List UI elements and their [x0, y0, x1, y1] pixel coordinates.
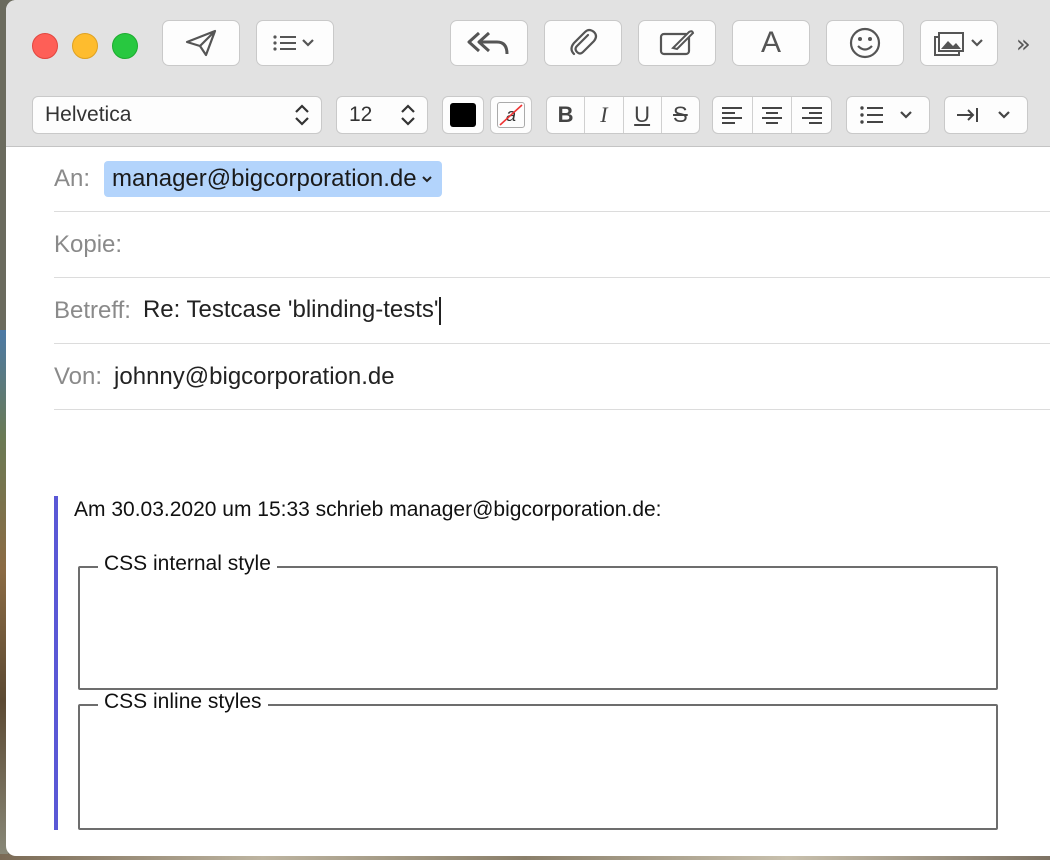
close-window-button[interactable]: [32, 33, 58, 59]
font-family-value: Helvetica: [45, 103, 132, 126]
to-label: An:: [54, 164, 91, 192]
reply-all-button[interactable]: [450, 20, 528, 66]
recipient-address: manager@bigcorporation.de: [112, 164, 417, 192]
minimize-window-button[interactable]: [72, 33, 98, 59]
indent-icon: [957, 108, 1010, 122]
up-down-arrows-icon: [295, 104, 309, 126]
attach-button[interactable]: [544, 20, 622, 66]
align-right-button[interactable]: [792, 97, 831, 133]
alignment-group: [712, 96, 832, 134]
header-fields-button[interactable]: [256, 20, 334, 66]
fonts-button[interactable]: A: [732, 20, 810, 66]
text-cursor: [439, 296, 442, 325]
paper-plane-icon: [185, 29, 217, 57]
background-color-button[interactable]: a: [490, 96, 532, 134]
align-left-icon: [722, 107, 743, 124]
align-left-button[interactable]: [713, 97, 753, 133]
font-family-select[interactable]: Helvetica: [32, 96, 322, 134]
strikethrough-button[interactable]: S: [662, 97, 699, 133]
align-right-icon: [801, 107, 822, 124]
markup-pen-icon: [659, 30, 695, 56]
markup-button[interactable]: [638, 20, 716, 66]
zoom-window-button[interactable]: [112, 33, 138, 59]
align-center-button[interactable]: [753, 97, 793, 133]
reply-all-icon: [467, 31, 509, 55]
cc-label: Kopie:: [54, 230, 123, 258]
toolbar: A » Helvetica 12 B I U S: [6, 0, 1050, 147]
fieldset-legend: CSS inline styles: [98, 690, 268, 714]
align-center-icon: [762, 107, 782, 124]
from-label: Von:: [54, 362, 103, 390]
compose-window: A » Helvetica 12 B I U S An: manager@big…: [6, 0, 1050, 856]
photo-icon: [934, 32, 983, 56]
font-icon: A: [760, 26, 781, 59]
cc-field-row[interactable]: Kopie:: [54, 212, 1050, 278]
no-background-icon: a: [497, 102, 525, 128]
toolbar-overflow-button[interactable]: »: [1016, 30, 1031, 58]
from-value[interactable]: johnny@bigcorporation.de: [114, 363, 395, 391]
text-color-button[interactable]: [442, 96, 484, 134]
subject-field-row[interactable]: Betreff: Re: Testcase 'blinding-tests': [54, 278, 1050, 344]
paperclip-icon: [570, 28, 598, 56]
fieldset-inline-styles: CSS inline styles: [78, 690, 998, 830]
font-size-select[interactable]: 12: [336, 96, 428, 134]
subject-input[interactable]: Re: Testcase 'blinding-tests': [143, 296, 442, 325]
chevron-down-icon: [421, 175, 432, 182]
indent-select[interactable]: [944, 96, 1028, 134]
smiley-icon: [849, 27, 881, 59]
font-size-value: 12: [349, 103, 373, 126]
to-field-row: An: manager@bigcorporation.de: [54, 146, 1050, 212]
subject-label: Betreff:: [54, 296, 131, 324]
quote-bar: [54, 496, 58, 830]
recipient-token[interactable]: manager@bigcorporation.de: [104, 160, 442, 197]
photo-browser-button[interactable]: [920, 20, 998, 66]
underline-button[interactable]: U: [624, 97, 662, 133]
text-style-group: B I U S: [546, 96, 700, 134]
bold-button[interactable]: B: [547, 97, 586, 133]
from-field-row[interactable]: Von: johnny@bigcorporation.de: [54, 344, 1050, 410]
send-button[interactable]: [162, 20, 240, 66]
list-style-select[interactable]: [846, 96, 930, 134]
subject-text: Re: Testcase 'blinding-tests': [142, 296, 439, 324]
fieldset-legend: CSS internal style: [98, 552, 277, 576]
bullet-list-icon: [860, 106, 912, 124]
emoji-button[interactable]: [826, 20, 904, 66]
list-chevron-icon: [273, 35, 314, 51]
color-swatch: [450, 103, 476, 127]
up-down-arrows-icon: [401, 104, 415, 126]
fieldset-internal-style: CSS internal style: [78, 552, 998, 690]
italic-button[interactable]: I: [585, 97, 624, 133]
quote-attribution: Am 30.03.2020 um 15:33 schrieb manager@b…: [74, 498, 662, 521]
